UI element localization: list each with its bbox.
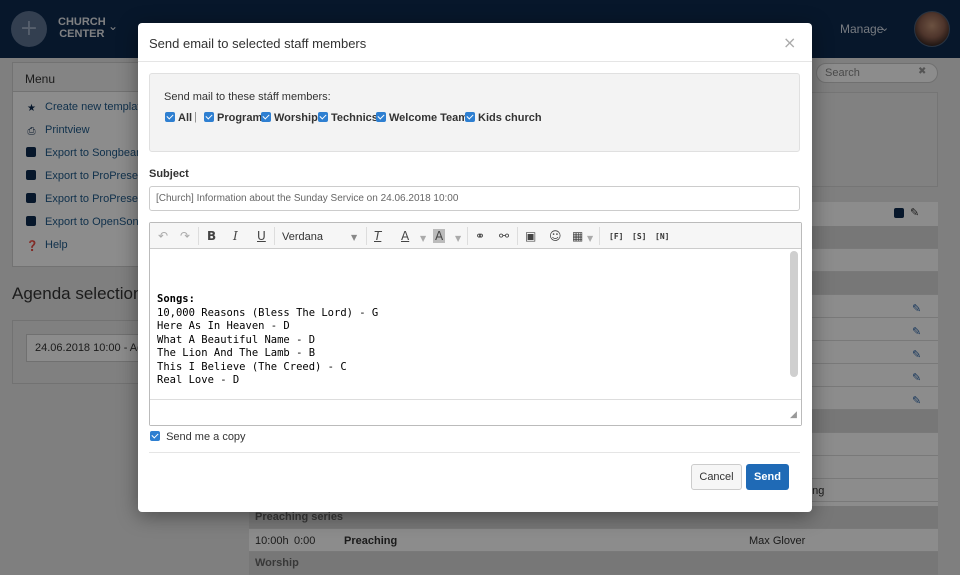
member-checkbox-all[interactable]: All: [165, 112, 192, 124]
token-s-button[interactable]: [S]: [632, 232, 646, 241]
emoji-icon[interactable]: ☺: [549, 229, 562, 243]
checkbox-checked-icon: [204, 112, 214, 122]
toolbar-separator: [599, 227, 600, 245]
members-label: Send mail to these stáff members:: [164, 91, 331, 103]
member-checkbox-kids-church[interactable]: Kids church: [465, 112, 542, 124]
send-button[interactable]: Send: [746, 464, 789, 490]
redo-icon[interactable]: ↷: [180, 229, 190, 243]
editor-scrollbar[interactable]: [790, 251, 798, 377]
member-checkbox-welcome-team[interactable]: Welcome Team: [376, 112, 468, 124]
token-f-button[interactable]: [F]: [609, 232, 623, 241]
song-line: Here As In Heaven - D: [157, 320, 290, 332]
toolbar-separator: [517, 227, 518, 245]
subject-label: Subject: [149, 168, 189, 180]
text-color-icon[interactable]: A: [401, 229, 409, 243]
toolbar-separator: [198, 227, 199, 245]
song-line: 10,000 Reasons (Bless The Lord) - G: [157, 306, 379, 319]
divider: [149, 452, 800, 453]
songs-heading: Songs:: [157, 293, 195, 305]
underline-icon[interactable]: U: [257, 229, 266, 243]
font-family-select[interactable]: Verdana: [282, 231, 323, 243]
italic-icon[interactable]: I: [233, 229, 238, 243]
undo-icon[interactable]: ↶: [158, 229, 168, 243]
chevron-down-icon[interactable]: ▼: [455, 232, 461, 246]
image-icon[interactable]: ▣: [525, 229, 536, 243]
member-checkbox-worship[interactable]: Worship: [261, 112, 318, 124]
token-n-button[interactable]: [N]: [655, 232, 669, 241]
unlink-icon[interactable]: ⚯: [499, 229, 509, 243]
checkbox-checked-icon: [318, 112, 328, 122]
checkbox-checked-icon: [150, 431, 160, 441]
song-line: Real Love - D: [157, 374, 240, 386]
chevron-down-icon[interactable]: ▼: [420, 232, 426, 246]
table-icon[interactable]: ▦: [572, 229, 583, 243]
send-copy-checkbox[interactable]: Send me a copy: [150, 431, 246, 443]
member-checkbox-technics[interactable]: Technics: [318, 112, 378, 124]
clear-formatting-icon[interactable]: T: [374, 229, 381, 243]
chevron-down-icon[interactable]: ▼: [587, 232, 593, 246]
song-line: This I Believe (The Creed) - C: [157, 360, 347, 373]
chevron-down-icon[interactable]: ▼: [351, 233, 357, 242]
subject-input[interactable]: [Church] Information about the Sunday Se…: [149, 186, 800, 211]
member-checkbox-program[interactable]: Program: [204, 112, 262, 124]
editor-statusbar: [150, 399, 801, 425]
song-line: The Lion And The Lamb - B: [157, 347, 316, 359]
checkbox-checked-icon: [465, 112, 475, 122]
checkbox-checked-icon: [376, 112, 386, 122]
separator: |: [194, 111, 197, 123]
checkbox-checked-icon: [165, 112, 175, 122]
bold-icon[interactable]: B: [207, 229, 216, 243]
song-line: What A Beautiful Name - D: [157, 333, 316, 346]
editor-content[interactable]: Songs: 10,000 Reasons (Bless The Lord) -…: [157, 293, 378, 388]
toolbar-separator: [366, 227, 367, 245]
toolbar-separator: [274, 227, 275, 245]
modal-title: Send email to selected staff members: [149, 36, 367, 51]
divider: [138, 61, 812, 62]
close-icon[interactable]: ×: [783, 33, 796, 52]
background-color-icon[interactable]: A: [433, 229, 446, 243]
link-icon[interactable]: ⚭: [475, 229, 485, 243]
cancel-button[interactable]: Cancel: [691, 464, 742, 490]
checkbox-checked-icon: [261, 112, 271, 122]
toolbar-separator: [467, 227, 468, 245]
resize-handle-icon[interactable]: ◢: [790, 410, 797, 420]
